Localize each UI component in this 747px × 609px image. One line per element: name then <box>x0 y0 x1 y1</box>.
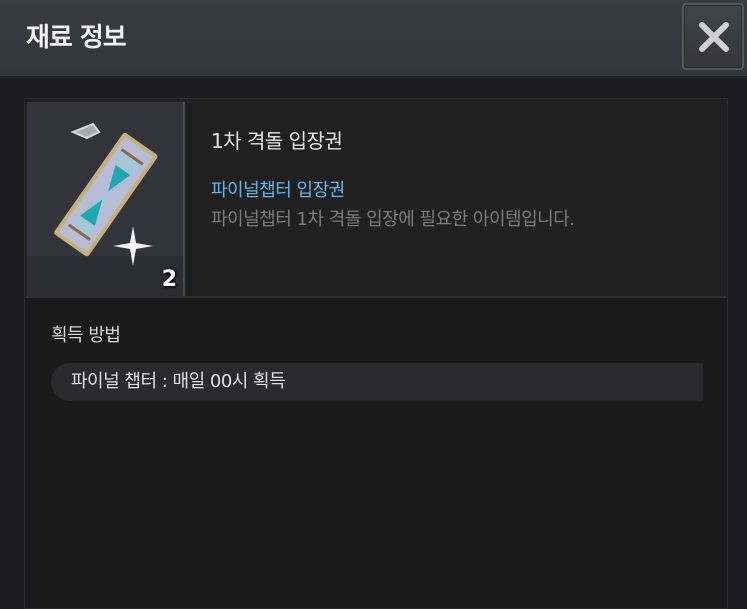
close-button[interactable] <box>682 3 744 70</box>
acquisition-method-item[interactable]: 파이널 챕터 : 매일 00시 획득 <box>51 363 703 401</box>
window-header: 재료 정보 <box>0 0 747 78</box>
acquisition-title: 획득 방법 <box>51 325 121 346</box>
material-info-window: 재료 정보 2 1차 격돌 입장권 파이널챕터 입장권 파이널챕터 1차 격돌 … <box>0 0 747 609</box>
item-icon-slot[interactable]: 2 <box>27 102 185 296</box>
material-content-panel: 2 1차 격돌 입장권 파이널챕터 입장권 파이널챕터 1차 격돌 입장에 필요… <box>24 98 728 609</box>
window-title: 재료 정보 <box>26 23 127 53</box>
item-category: 파이널챕터 입장권 <box>211 180 345 201</box>
item-description: 파이널챕터 1차 격돌 입장에 필요한 아이템입니다. <box>211 209 575 230</box>
close-icon <box>699 22 729 52</box>
item-name: 1차 격돌 입장권 <box>211 129 343 153</box>
item-count-badge: 2 <box>161 267 177 292</box>
ticket-hourglass-icon <box>54 122 158 266</box>
item-detail-row: 2 1차 격돌 입장권 파이널챕터 입장권 파이널챕터 1차 격돌 입장에 필요… <box>25 99 727 298</box>
